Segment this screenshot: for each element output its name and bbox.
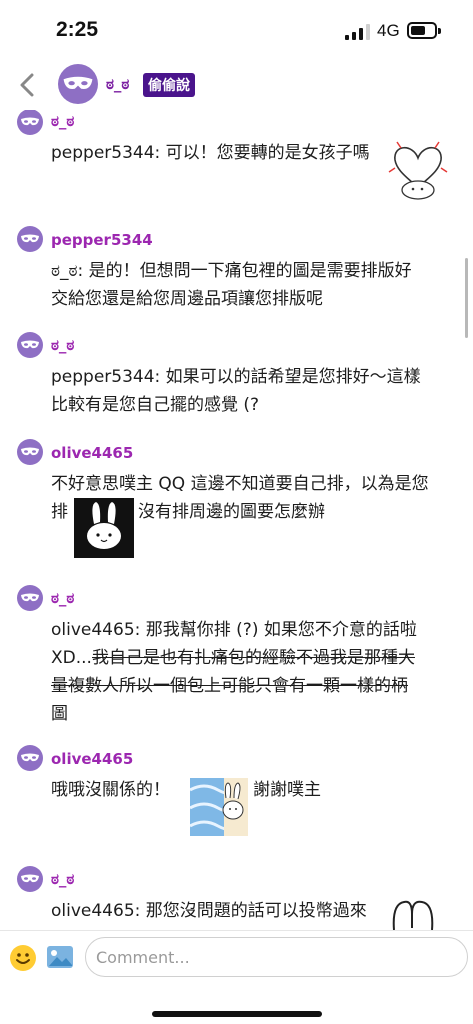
message-item: olive4465 哦哦沒關係的！ 謝謝噗主 (0, 745, 473, 845)
mask-icon[interactable] (17, 745, 43, 771)
message-username[interactable]: olive4465 (51, 444, 133, 462)
message-text: 比較有是您自己擺的感覺 (? (51, 395, 260, 415)
message-item: ಠ_ಠ olive4465: 那您沒問題的話可以投幣過來 (0, 866, 473, 930)
message-item: olive4465 不好意思噗主 QQ 這邊不知道要自己排，以為是您 排 沒有排… (0, 439, 473, 564)
message-text: pepper5344: 如果可以的話希望是您排好～這樣 (51, 367, 421, 387)
mask-icon[interactable] (17, 226, 43, 252)
message-item: ಠ_ಠ olive4465: 那我幫你排 (?) 如果您不介意的話啦 XD...… (0, 585, 473, 725)
mask-icon[interactable] (17, 866, 43, 892)
photo-button[interactable] (46, 945, 74, 969)
heart-sticker-image (388, 141, 448, 200)
back-button[interactable] (12, 70, 42, 100)
message-text: olive4465: 那我幫你排 (?) 如果您不介意的話啦 (51, 620, 417, 640)
message-text: 沒有排周邊的圖要怎麼辦 (138, 502, 325, 522)
mask-icon[interactable] (58, 64, 98, 104)
anonymous-badge: 偷偷說 (143, 73, 195, 97)
smiley-icon (16, 953, 30, 964)
mask-icon[interactable] (17, 332, 43, 358)
message-username[interactable]: ಠ_ಠ (51, 589, 74, 607)
mask-icon[interactable] (17, 439, 43, 465)
message-text: 哦哦沒關係的！ (51, 780, 170, 800)
strikethrough-text: 我自己是也有扎痛包的經驗不過我是那種大 (92, 648, 415, 668)
message-item: ಠ_ಠ pepper5344: 如果可以的話希望是您排好～這樣 比較有是您自己擺… (0, 332, 473, 415)
message-text: 圖 (51, 704, 68, 724)
message-username[interactable]: ಠ_ಠ (51, 870, 74, 888)
message-username[interactable]: pepper5344 (51, 231, 153, 249)
strikethrough-text: 量複數人所以一個包上可能只會有一顆一樣的柄 (51, 676, 408, 696)
home-indicator[interactable] (152, 1011, 322, 1017)
comment-composer (0, 930, 473, 1024)
message-text: ಠ_ಠ: 是的！但想問一下痛包裡的圖是需要排版好 (51, 261, 412, 281)
message-username[interactable]: ಠ_ಠ (51, 112, 74, 130)
message-text: 不好意思噗主 QQ 這邊不知道要自己排，以為是您 (51, 474, 429, 494)
emoji-button[interactable] (10, 945, 36, 971)
paw-sticker-image (392, 900, 434, 930)
mask-icon[interactable] (17, 585, 43, 611)
message-list[interactable]: ಠ_ಠ pepper5344: 可以！您要轉的是女孩子嗎 pepper5344 … (0, 0, 473, 930)
bunny-water-sticker-image[interactable] (190, 778, 248, 836)
comment-input[interactable] (85, 937, 468, 977)
message-text: 謝謝噗主 (253, 780, 321, 800)
message-item: ಠ_ಠ pepper5344: 可以！您要轉的是女孩子嗎 (0, 108, 473, 208)
mask-icon[interactable] (17, 109, 43, 135)
chat-header: ಠ_ಠ 偷偷說 (0, 60, 473, 110)
message-username[interactable]: ಠ_ಠ (51, 336, 74, 354)
bunny-sticker-image[interactable] (74, 498, 134, 558)
scrollbar[interactable] (465, 258, 468, 338)
message-text: XD... (51, 648, 92, 668)
header-username[interactable]: ಠ_ಠ (106, 75, 129, 93)
message-text: 交給您還是給您周邊品項讓您排版呢 (51, 289, 323, 309)
message-username[interactable]: olive4465 (51, 750, 133, 768)
message-item: pepper5344 ಠ_ಠ: 是的！但想問一下痛包裡的圖是需要排版好 交給您還… (0, 226, 473, 309)
chevron-left-icon (20, 73, 34, 97)
image-icon (47, 946, 73, 968)
